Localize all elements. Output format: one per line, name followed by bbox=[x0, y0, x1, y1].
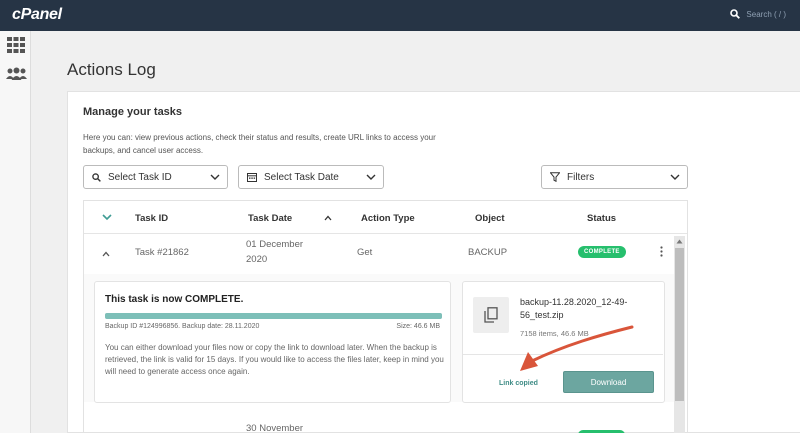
grid-icon[interactable] bbox=[7, 37, 25, 53]
users-icon[interactable] bbox=[6, 67, 27, 81]
task-date-line2: 2020 bbox=[246, 254, 268, 265]
search-box[interactable]: Search ( / ) bbox=[730, 9, 786, 19]
scroll-up-arrow-icon[interactable] bbox=[676, 239, 683, 244]
left-sidebar bbox=[0, 31, 31, 433]
action-type-cell: Get bbox=[357, 247, 373, 258]
status-badge: COMPLETE bbox=[578, 246, 626, 258]
calendar-icon bbox=[247, 173, 257, 182]
search-placeholder: Search ( / ) bbox=[746, 9, 786, 19]
object-cell: BACKUP bbox=[468, 247, 508, 258]
backup-size: Size: 46.6 MB bbox=[396, 323, 440, 330]
more-options-icon[interactable] bbox=[660, 246, 663, 257]
progress-bar bbox=[105, 313, 442, 319]
select-task-id-label: Select Task ID bbox=[108, 171, 172, 183]
header-task-id[interactable]: Task ID bbox=[135, 213, 168, 224]
task-date-line1: 01 December bbox=[246, 239, 304, 250]
progress-bar-fill bbox=[105, 313, 442, 319]
filters-label: Filters bbox=[567, 171, 595, 183]
cpanel-logo[interactable]: cPanel bbox=[12, 6, 62, 24]
task-status-title: This task is now COMPLETE. bbox=[105, 294, 244, 305]
card-heading: Manage your tasks bbox=[83, 106, 183, 118]
file-copy-icon bbox=[484, 307, 498, 323]
download-button[interactable]: Download bbox=[563, 371, 654, 393]
sort-up-icon[interactable] bbox=[324, 215, 332, 221]
chevron-down-icon bbox=[366, 174, 376, 180]
table-row[interactable]: 30 November bbox=[84, 402, 687, 433]
chevron-up-icon[interactable] bbox=[102, 251, 110, 257]
header-object[interactable]: Object bbox=[475, 213, 505, 224]
link-copied-button[interactable]: Link copied bbox=[499, 380, 538, 387]
top-navigation-bar: cPanel Search ( / ) bbox=[0, 0, 800, 31]
chevron-down-icon[interactable] bbox=[102, 214, 112, 221]
task-status-panel: This task is now COMPLETE. Backup ID #12… bbox=[94, 281, 451, 403]
chevron-down-icon bbox=[210, 174, 220, 180]
file-thumbnail bbox=[473, 297, 509, 333]
select-task-date[interactable]: Select Task Date bbox=[238, 165, 384, 189]
task-id-cell: Task #21862 bbox=[135, 247, 189, 258]
task-status-text: You can either download your files now o… bbox=[105, 343, 444, 376]
page-title: Actions Log bbox=[67, 60, 156, 79]
header-task-date[interactable]: Task Date bbox=[248, 213, 292, 224]
task-date-line1: 30 November bbox=[246, 423, 304, 433]
card-description: Here you can: view previous actions, che… bbox=[83, 133, 436, 155]
select-task-date-label: Select Task Date bbox=[264, 171, 339, 183]
tasks-table: Task ID Task Date Action Type Object Sta… bbox=[83, 200, 688, 433]
tasks-card: Manage your tasks Here you can: view pre… bbox=[67, 91, 800, 433]
file-name: backup-11.28.2020_12-49-56_test.zip bbox=[520, 297, 628, 320]
scrollbar[interactable] bbox=[674, 236, 685, 433]
filter-icon bbox=[550, 172, 560, 182]
filters-dropdown[interactable]: Filters bbox=[541, 165, 688, 189]
search-icon bbox=[730, 9, 741, 19]
divider bbox=[463, 354, 663, 355]
header-status[interactable]: Status bbox=[587, 213, 616, 224]
search-icon bbox=[92, 172, 101, 182]
download-panel: backup-11.28.2020_12-49-56_test.zip 7158… bbox=[462, 281, 665, 403]
chevron-down-icon bbox=[670, 174, 680, 180]
file-stats: 7158 items, 46.6 MB bbox=[520, 329, 589, 338]
table-row[interactable]: Task #21862 01 December 2020 Get BACKUP … bbox=[84, 234, 687, 274]
scrollbar-thumb[interactable] bbox=[675, 248, 684, 401]
backup-info: Backup ID #124996856. Backup date: 28.11… bbox=[105, 323, 260, 330]
select-task-id[interactable]: Select Task ID bbox=[83, 165, 228, 189]
table-header: Task ID Task Date Action Type Object Sta… bbox=[84, 201, 687, 234]
header-action-type[interactable]: Action Type bbox=[361, 213, 415, 224]
task-detail-expanded: This task is now COMPLETE. Backup ID #12… bbox=[84, 274, 674, 403]
